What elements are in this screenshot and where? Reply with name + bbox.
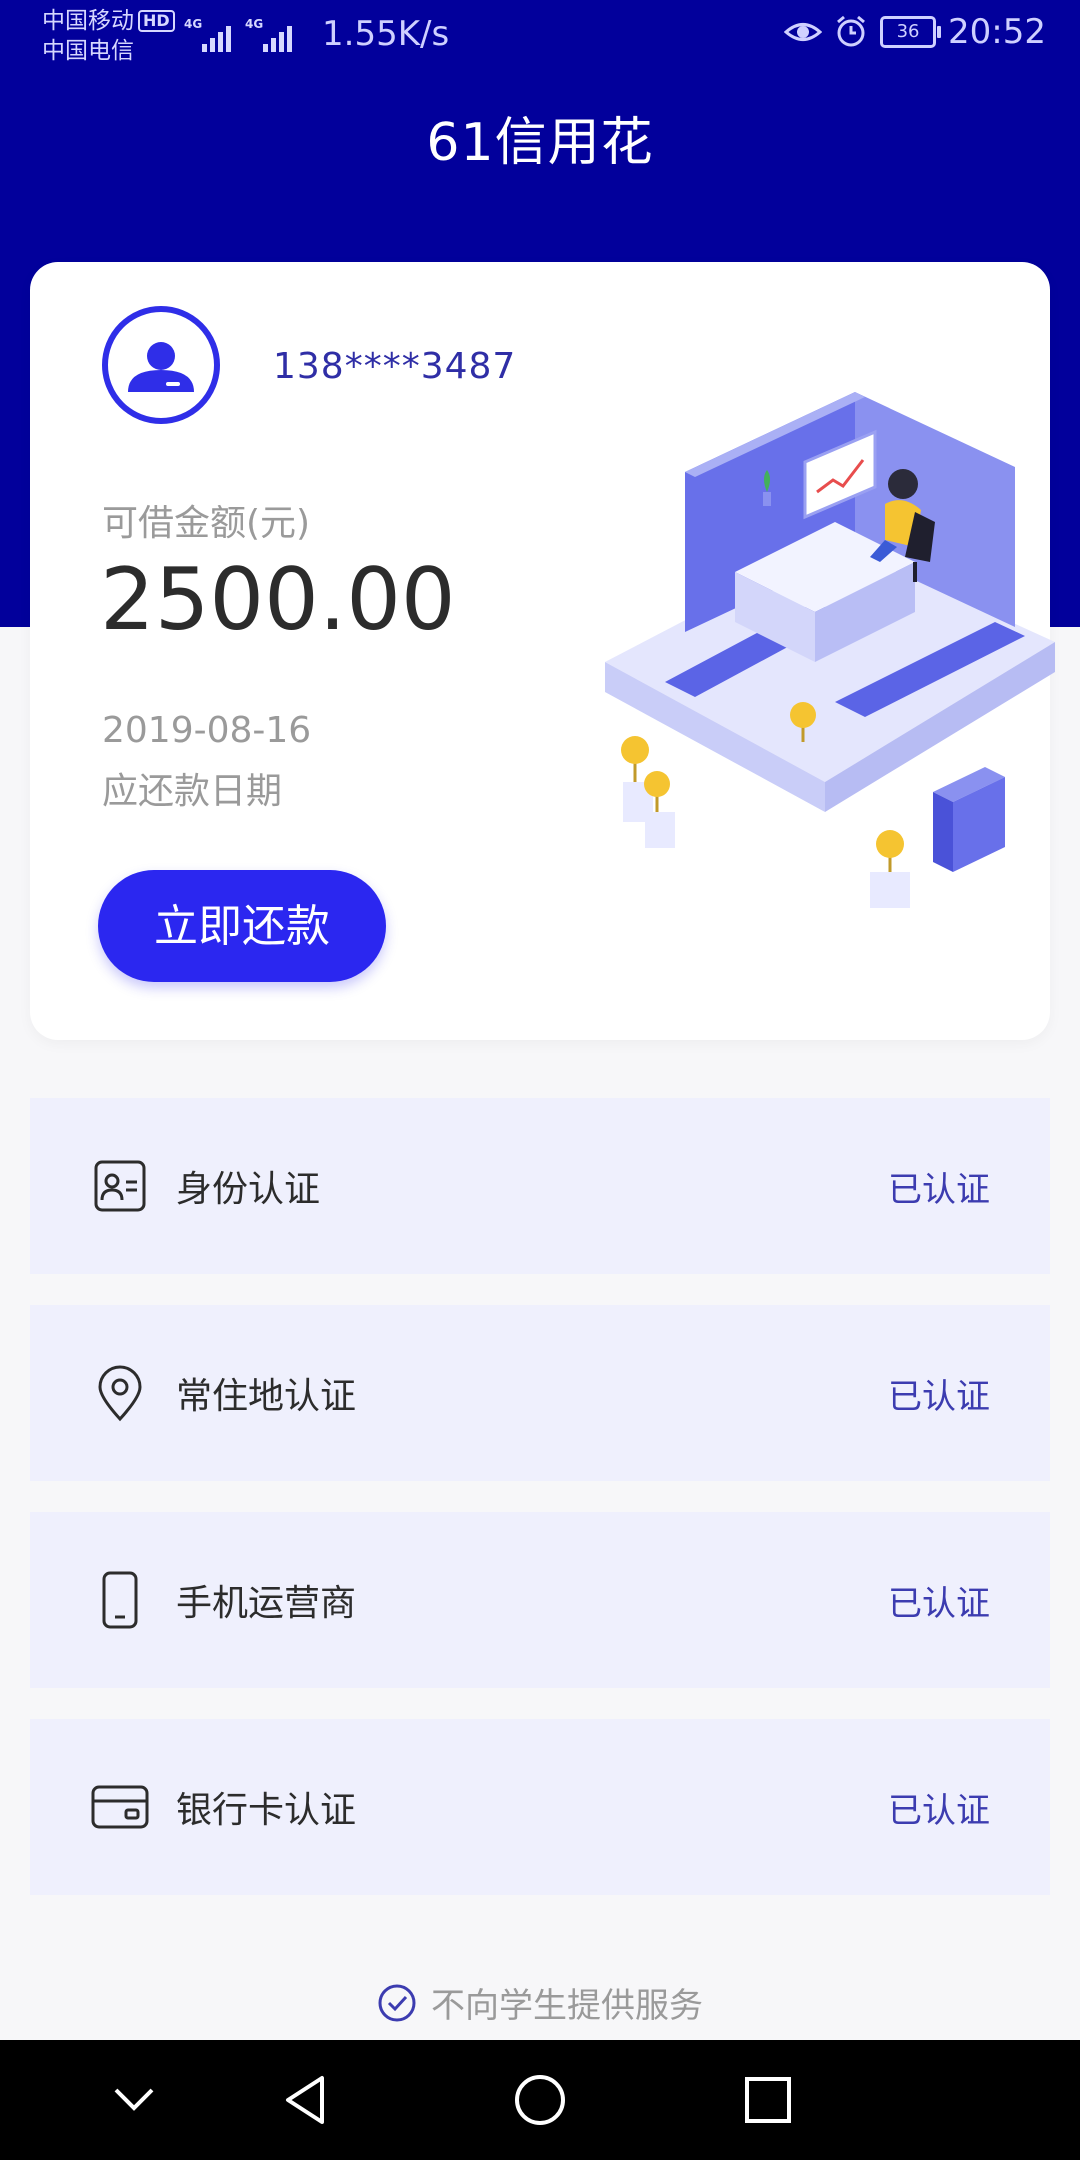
check-circle-icon — [378, 1984, 416, 2021]
repay-now-button[interactable]: 立即还款 — [98, 870, 386, 982]
due-date: 2019-08-16 — [102, 710, 312, 751]
carrier-1: 中国移动 — [42, 8, 134, 34]
phone-number: 138****3487 — [273, 346, 517, 387]
due-date-label: 应还款日期 — [102, 771, 283, 812]
avatar[interactable] — [102, 306, 220, 424]
signal-icons: 4G 4G — [184, 18, 292, 52]
network-type-2: 4G — [245, 17, 264, 31]
home-icon[interactable] — [504, 2064, 576, 2136]
alarm-icon — [837, 15, 865, 47]
chevron-down-icon[interactable] — [98, 2064, 170, 2136]
hd-badge: HD — [138, 10, 175, 32]
auth-item-status: 已认证 — [888, 1584, 990, 1624]
battery-icon: 36 — [880, 16, 942, 48]
net-speed: 1.55K/s — [322, 14, 450, 54]
auth-item-label: 身份认证 — [176, 1169, 321, 1210]
signal-strength-icon: 4G — [184, 18, 231, 52]
carrier-info: 中国移动 HD 中国电信 — [42, 6, 175, 66]
auth-item-label: 常住地认证 — [176, 1376, 357, 1417]
app-title: 61信用花 — [426, 113, 654, 173]
recent-apps-icon[interactable] — [732, 2064, 804, 2136]
carrier-2: 中国电信 — [42, 38, 134, 64]
bank-card-icon — [91, 1785, 149, 1829]
network-type-1: 4G — [184, 17, 203, 31]
navigation-bar — [0, 2040, 1080, 2160]
eye-icon — [784, 23, 823, 41]
location-pin-icon — [98, 1365, 142, 1422]
auth-item-residence[interactable]: 常住地认证 已认证 — [30, 1305, 1050, 1481]
loan-card: 138****3487 可借金额(元) 2500.00 2019-08-16 应… — [30, 262, 1055, 1040]
back-icon[interactable] — [272, 2064, 344, 2136]
user-avatar-icon — [128, 342, 194, 392]
mobile-phone-icon — [102, 1571, 138, 1629]
auth-item-label: 手机运营商 — [176, 1583, 357, 1624]
footer-note-text: 不向学生提供服务 — [431, 1986, 703, 2026]
clock-time: 20:52 — [948, 12, 1046, 52]
footer-note: 不向学生提供服务 — [0, 1978, 1080, 2027]
auth-item-status: 已认证 — [888, 1377, 990, 1417]
amount-label: 可借金额(元) — [102, 503, 311, 544]
auth-item-status: 已认证 — [888, 1170, 990, 1210]
available-amount: 2500.00 — [100, 550, 456, 650]
auth-item-bank-card[interactable]: 银行卡认证 已认证 — [30, 1719, 1050, 1895]
auth-item-carrier[interactable]: 手机运营商 已认证 — [30, 1512, 1050, 1688]
auth-item-status: 已认证 — [888, 1791, 990, 1831]
auth-item-identity[interactable]: 身份认证 已认证 — [30, 1098, 1050, 1274]
status-right: 36 20:52 — [784, 12, 1046, 52]
auth-item-label: 银行卡认证 — [176, 1790, 357, 1831]
office-illustration — [605, 392, 1055, 908]
signal-strength-icon: 4G — [245, 18, 292, 52]
id-card-icon — [94, 1160, 146, 1212]
status-bar: 中国移动 HD 中国电信 4G 4G 1.55K/s 36 20:52 — [0, 0, 1080, 72]
